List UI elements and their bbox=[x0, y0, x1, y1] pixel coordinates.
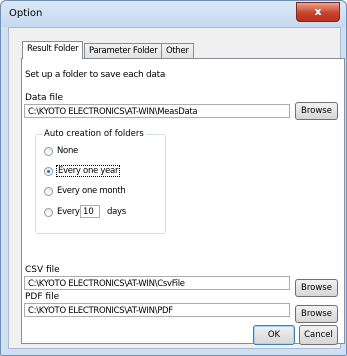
tab-label: Result Folder bbox=[27, 44, 79, 54]
pdf-file-input[interactable]: C:\KYOTO ELECTRONICS\AT-WIN\PDF bbox=[24, 303, 290, 317]
csv-file-browse-button[interactable]: Browse bbox=[295, 279, 338, 297]
pdf-file-label: PDF file bbox=[25, 292, 60, 302]
radio-none[interactable] bbox=[44, 147, 53, 156]
data-file-input[interactable]: C:\KYOTO ELECTRONICS\AT-WIN\MeasData bbox=[24, 104, 290, 118]
tab-parameter-folder[interactable]: Parameter Folder bbox=[84, 43, 163, 58]
days-input[interactable]: 10 bbox=[80, 205, 100, 218]
close-icon: x bbox=[314, 5, 322, 18]
tab-result-folder[interactable]: Result Folder bbox=[22, 41, 84, 59]
radio-label-every-one-year[interactable]: Every one year bbox=[56, 165, 121, 177]
data-file-label: Data file bbox=[25, 93, 64, 103]
radio-every-one-month[interactable] bbox=[44, 187, 53, 196]
auto-creation-group: Auto creation of folders None Every one … bbox=[35, 129, 166, 234]
radio-every-one-year[interactable] bbox=[44, 167, 53, 176]
title-bar[interactable]: Option x bbox=[1, 1, 346, 27]
tab-other[interactable]: Other bbox=[161, 43, 194, 58]
csv-file-input[interactable]: C:\KYOTO ELECTRONICS\AT-WIN\CsvFile bbox=[24, 276, 290, 290]
radio-label-every[interactable]: Every bbox=[57, 207, 80, 217]
radio-label-every-one-month[interactable]: Every one month bbox=[57, 186, 126, 196]
days-label: days bbox=[107, 207, 126, 217]
close-button[interactable]: x bbox=[296, 2, 340, 22]
window-title: Option bbox=[9, 8, 43, 19]
option-window: Option x Result Folder Parameter Folder … bbox=[0, 0, 347, 356]
instructions-text: Set up a folder to save each data bbox=[25, 70, 166, 80]
tab-label: Parameter Folder bbox=[89, 46, 158, 56]
radio-label-none[interactable]: None bbox=[57, 146, 78, 156]
dialog-body: Result Folder Parameter Folder Other Set… bbox=[8, 27, 345, 349]
ok-button[interactable]: OK bbox=[253, 325, 295, 345]
radio-every-n-days[interactable] bbox=[44, 208, 53, 217]
result-folder-panel: Set up a folder to save each data Data f… bbox=[21, 58, 345, 344]
pdf-file-browse-button[interactable]: Browse bbox=[295, 305, 338, 323]
tab-label: Other bbox=[166, 46, 189, 56]
csv-file-label: CSV file bbox=[25, 265, 60, 275]
group-title: Auto creation of folders bbox=[42, 129, 146, 139]
cancel-button[interactable]: Cancel bbox=[299, 325, 338, 345]
data-file-browse-button[interactable]: Browse bbox=[295, 102, 338, 120]
